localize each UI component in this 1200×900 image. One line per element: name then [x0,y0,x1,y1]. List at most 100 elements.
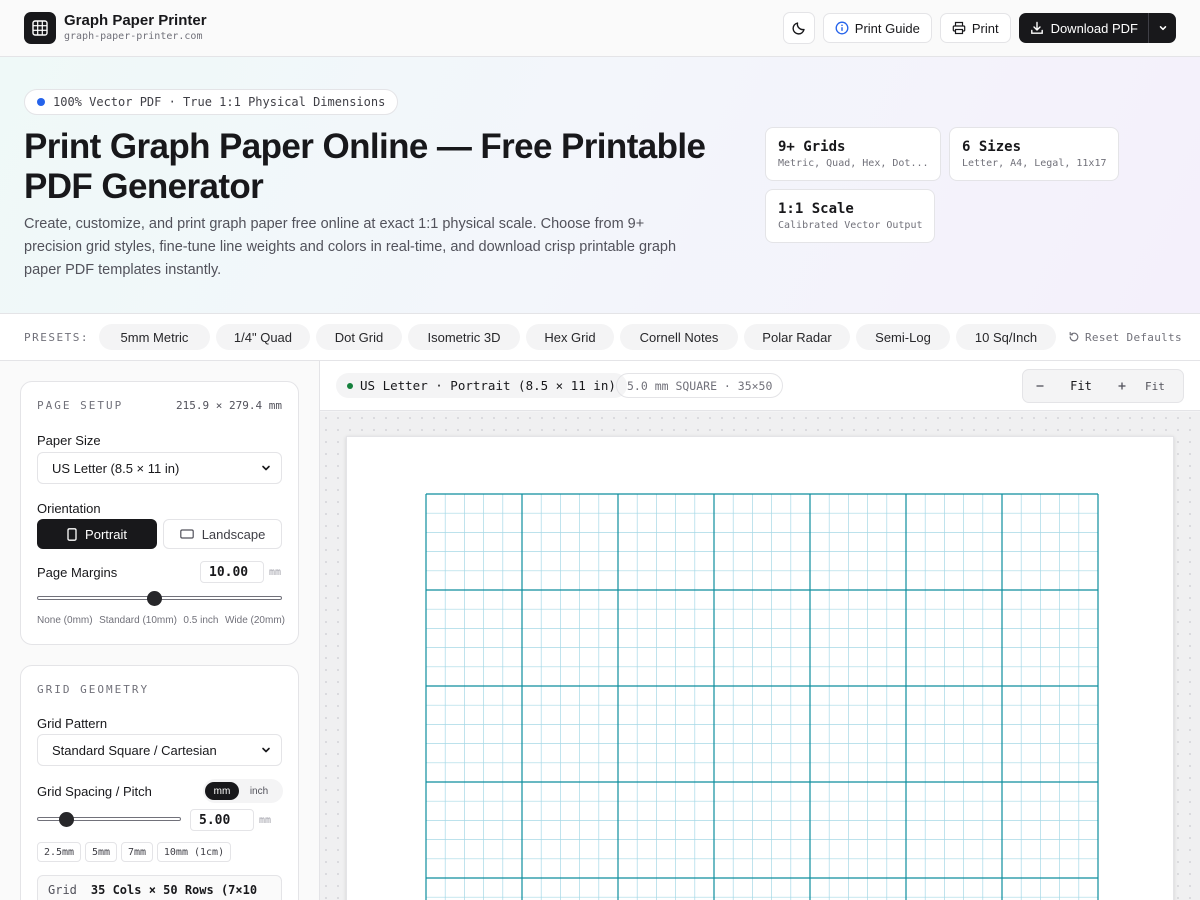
chevron-down-icon [262,465,270,471]
margin-tick: 0.5 inch [183,615,219,626]
orientation-label: Orientation [37,501,101,516]
logo[interactable] [24,12,56,44]
header-actions: Print Guide Print Download PDF [782,12,1176,44]
settings-sidebar[interactable]: PAGE SETUP 215.9 × 279.4 mm Paper Size U… [0,361,320,900]
spacing-input[interactable]: 5.00 [190,809,254,831]
quick-spacing-10mm[interactable]: 10mm (1cm) [157,842,231,862]
grid-pattern-value: Standard Square / Cartesian [52,742,217,758]
status-dot-icon [347,382,353,389]
chevron-down-icon [1159,26,1166,31]
preview-panel: US Letter · Portrait (8.5 × 11 in) 5.0 m… [320,361,1200,900]
orientation-landscape-button[interactable]: Landscape [163,519,282,549]
zoom-level: Fit [1070,379,1092,393]
hero-section: 100% Vector PDF · True 1:1 Physical Dime… [0,57,1200,314]
stat-title: 1:1 Scale [778,201,854,217]
grid-pattern-select[interactable]: Standard Square / Cartesian [37,734,282,766]
download-pdf-button[interactable]: Download PDF [1019,13,1148,43]
print-guide-label: Print Guide [854,20,920,36]
preset-quarter-inch-quad[interactable]: 1/4" Quad [215,324,310,350]
zoom-out-button[interactable] [1023,370,1057,402]
preset-semi-log[interactable]: Semi-Log [855,324,950,350]
grid-geometry-card: GRID GEOMETRY Grid Pattern Standard Squa… [20,665,299,900]
plus-icon [1118,382,1126,390]
printer-icon [952,21,966,35]
quick-spacing-7mm[interactable]: 7mm [121,842,153,862]
preset-polar-radar[interactable]: Polar Radar [743,324,850,350]
margins-label: Page Margins [37,565,118,580]
unit-mm-button[interactable]: mm [205,782,239,800]
minus-icon [1036,385,1044,387]
quick-spacing-2-5mm[interactable]: 2.5mm [37,842,81,862]
preset-cornell-notes[interactable]: Cornell Notes [619,324,738,350]
grid-spacing-label: Grid Spacing / Pitch [37,784,152,799]
grid-info-label: Grid [48,883,77,897]
download-icon [1030,21,1043,34]
preset-5mm-metric[interactable]: 5mm Metric [98,324,210,350]
portrait-label: Portrait [85,526,127,542]
landscape-label: Landscape [201,526,266,542]
margin-tick: None (0mm) [37,615,93,626]
reset-icon [1069,331,1079,342]
orientation-portrait-button[interactable]: Portrait [37,519,157,549]
quick-spacing-5mm[interactable]: 5mm [85,842,117,862]
spacing-unit: mm [259,815,272,826]
brand-url: graph-paper-printer.com [64,31,203,42]
zoom-in-button[interactable] [1105,370,1139,402]
stat-subtitle: Metric, Quad, Hex, Dot... [778,158,929,169]
stat-title: 9+ Grids [778,139,846,155]
stat-subtitle: Letter, A4, Legal, 11x17 [962,158,1107,169]
info-icon [835,21,849,35]
grid-geometry-title: GRID GEOMETRY [37,683,150,696]
paper-size-label: Paper Size [37,433,101,448]
page-dimensions: 215.9 × 279.4 mm [176,399,282,412]
presets-bar: PRESETS: 5mm Metric 1/4" Quad Dot Grid I… [0,314,1200,361]
hero-badge-text: 100% Vector PDF · True 1:1 Physical Dime… [53,95,386,109]
reset-defaults-button[interactable]: Reset Defaults [1068,331,1182,344]
download-options-button[interactable] [1148,13,1176,43]
preset-hex-grid[interactable]: Hex Grid [525,324,614,350]
hero-description: Create, customize, and print graph paper… [24,216,677,278]
paper-info-text: US Letter · Portrait (8.5 × 11 in) [360,378,616,393]
grid-info-chip: 5.0 mm SQUARE · 35×50 [616,373,784,398]
margins-slider-thumb[interactable] [147,591,162,606]
graph-grid [425,493,1099,900]
brand: Graph Paper Printer graph-paper-printer.… [64,12,207,44]
grid-info-value: 35 Cols × 50 Rows (7×10 [90,883,258,897]
unit-toggle[interactable]: mm inch [203,779,283,803]
portrait-icon [67,527,77,541]
reset-label: Reset Defaults [1084,330,1182,344]
landscape-icon [179,529,194,539]
paper-preview [346,436,1174,900]
app-header: Graph Paper Printer graph-paper-printer.… [0,0,1200,57]
stat-title: 6 Sizes [962,139,1022,155]
stat-card-sizes: 6 Sizes Letter, A4, Legal, 11x17 [949,127,1119,181]
preview-toolbar: US Letter · Portrait (8.5 × 11 in) 5.0 m… [320,361,1200,411]
brand-name: Graph Paper Printer [64,12,207,29]
margin-tick: Standard (10mm) [99,615,177,626]
preset-dot-grid[interactable]: Dot Grid [315,324,402,350]
stat-subtitle: Calibrated Vector Output [778,220,923,231]
spacing-slider-thumb[interactable] [58,812,74,827]
unit-inch-button[interactable]: inch [239,782,279,800]
hero-badge: 100% Vector PDF · True 1:1 Physical Dime… [24,89,399,115]
grid-icon [32,20,48,36]
download-label: Download PDF [1050,20,1138,36]
print-label: Print [971,20,999,36]
print-guide-button[interactable]: Print Guide [822,13,932,43]
paper-size-select[interactable]: US Letter (8.5 × 11 in) [37,452,282,484]
moon-icon [792,22,805,35]
grid-info: Grid 35 Cols × 50 Rows (7×10 [37,875,282,900]
print-button[interactable]: Print [939,13,1011,43]
theme-toggle-button[interactable] [782,12,815,44]
page-title: Print Graph Paper Online — Free Printabl… [24,127,706,206]
preset-isometric-3d[interactable]: Isometric 3D [407,324,520,350]
zoom-controls: Fit Fit [1022,369,1184,403]
margins-input[interactable]: 10.00 [200,561,264,583]
preset-10-sq-inch[interactable]: 10 Sq/Inch [955,324,1056,350]
fit-button[interactable]: Fit [1145,380,1165,393]
margins-unit: mm [269,567,282,578]
page-setup-card: PAGE SETUP 215.9 × 279.4 mm Paper Size U… [20,381,299,645]
chevron-down-icon [262,747,270,753]
margin-ticks: None (0mm) Standard (10mm) 0.5 inch Wide… [37,615,285,626]
stat-card-scale: 1:1 Scale Calibrated Vector Output [765,189,935,243]
